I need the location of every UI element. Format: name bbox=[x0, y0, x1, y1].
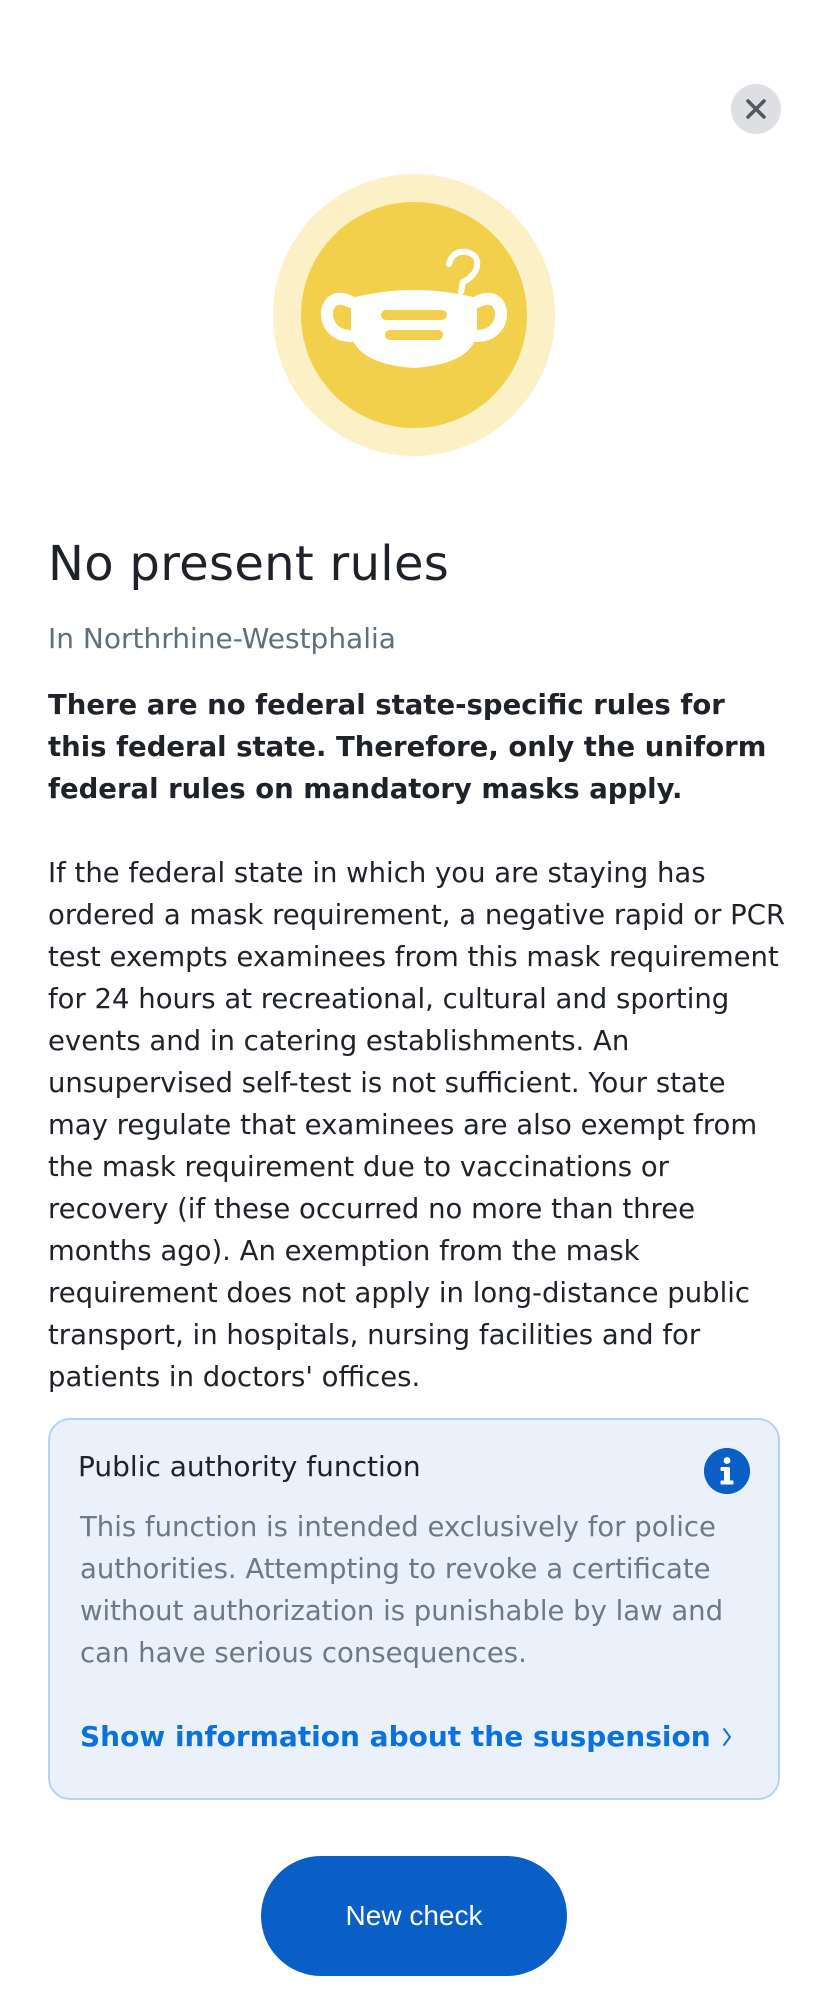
info-link-label: Show information about the suspension bbox=[80, 1720, 711, 1753]
new-check-button[interactable]: New check bbox=[261, 1856, 567, 1976]
info-card-title: Public authority function bbox=[78, 1450, 421, 1483]
info-icon bbox=[704, 1448, 750, 1494]
show-suspension-info-link[interactable]: Show information about the suspension bbox=[80, 1720, 733, 1753]
location-subtitle: In Northrhine-Westphalia bbox=[48, 622, 396, 655]
public-authority-info-card: Public authority function This function … bbox=[48, 1418, 780, 1800]
hero-illustration bbox=[273, 174, 555, 456]
info-card-text: This function is intended exclusively fo… bbox=[80, 1511, 724, 1669]
page-title: No present rules bbox=[48, 536, 450, 592]
body-paragraph: If the federal state in which you are st… bbox=[48, 857, 786, 1393]
lead-paragraph: There are no federal state-specific rule… bbox=[48, 689, 767, 805]
rules-screen: No present rules In Northrhine-Westphali… bbox=[0, 0, 828, 2000]
mask-question-icon bbox=[273, 174, 555, 456]
chevron-right-icon bbox=[722, 1727, 731, 1746]
close-button[interactable] bbox=[731, 84, 781, 134]
close-icon bbox=[746, 99, 766, 119]
